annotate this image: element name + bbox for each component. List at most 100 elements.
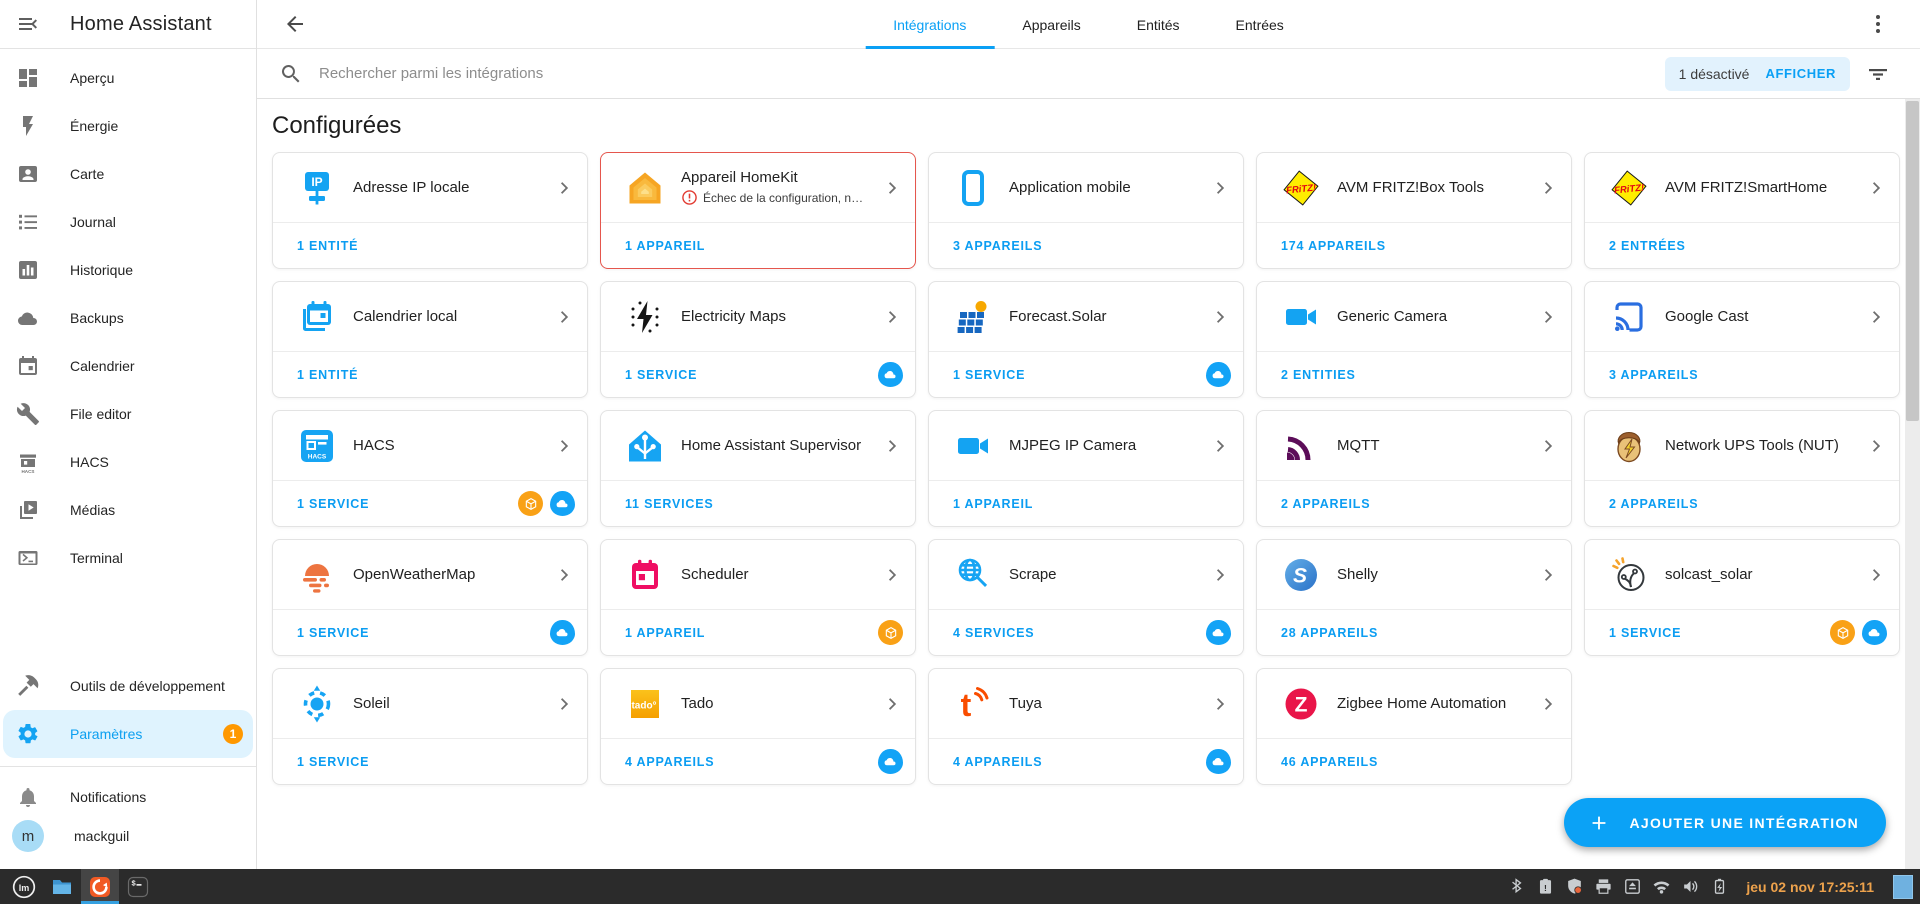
sidebar-item-calendrier[interactable]: Calendrier <box>0 342 256 390</box>
add-integration-button[interactable]: AJOUTER UNE INTÉGRATION <box>1564 798 1886 847</box>
integration-card-openweathermap[interactable]: OpenWeatherMap 1 SERVICE <box>272 539 588 656</box>
card-header[interactable]: tado° Tado <box>601 669 915 739</box>
entity-count-link[interactable]: 11 SERVICES <box>625 497 903 511</box>
chevron-right-icon[interactable] <box>1209 434 1233 458</box>
integration-card-adresse-ip-locale[interactable]: IP Adresse IP locale 1 ENTITÉ <box>272 152 588 269</box>
chevron-right-icon[interactable] <box>553 692 577 716</box>
entity-count-link[interactable]: 1 SERVICE <box>297 626 543 640</box>
card-header[interactable]: HACS HACS <box>273 411 587 481</box>
chevron-right-icon[interactable] <box>881 434 905 458</box>
card-header[interactable]: Appareil HomeKit Échec de la configuratio… <box>601 153 915 223</box>
card-header[interactable]: S Shelly <box>1257 540 1571 610</box>
chevron-right-icon[interactable] <box>553 563 577 587</box>
card-header[interactable]: Electricity Maps <box>601 282 915 352</box>
sidebar-item-notifications[interactable]: Notifications <box>0 773 256 821</box>
card-header[interactable]: Forecast.Solar <box>929 282 1243 352</box>
sidebar-item-backups[interactable]: Backups <box>0 294 256 342</box>
taskbar-clock[interactable]: jeu 02 nov 17:25:11 <box>1746 879 1874 895</box>
chevron-right-icon[interactable] <box>1865 176 1889 200</box>
show-desktop-button[interactable] <box>1893 874 1913 899</box>
integration-card-avm-fritz-box-tools[interactable]: FRiTZ! AVM FRITZ!Box Tools 174 APPAREILS <box>1256 152 1572 269</box>
card-header[interactable]: Calendrier local <box>273 282 587 352</box>
entity-count-link[interactable]: 2 ENTITIES <box>1281 368 1559 382</box>
chevron-right-icon[interactable] <box>1537 563 1561 587</box>
menu-open-icon[interactable] <box>16 12 40 36</box>
entity-count-link[interactable]: 4 APPAREILS <box>953 755 1199 769</box>
integration-card-calendrier-local[interactable]: Calendrier local 1 ENTITÉ <box>272 281 588 398</box>
chevron-right-icon[interactable] <box>1865 563 1889 587</box>
sidebar-item-outils-de-developpement[interactable]: Outils de développement <box>0 662 256 710</box>
entity-count-link[interactable]: 4 SERVICES <box>953 626 1199 640</box>
taskbar-app-mint-menu[interactable]: lm <box>5 869 43 904</box>
entity-count-link[interactable]: 3 APPAREILS <box>953 239 1231 253</box>
entity-count-link[interactable]: 1 SERVICE <box>297 497 511 511</box>
bluetooth-icon[interactable] <box>1506 877 1526 897</box>
card-header[interactable]: Soleil <box>273 669 587 739</box>
entity-count-link[interactable]: 2 ENTRÉES <box>1609 239 1887 253</box>
chevron-right-icon[interactable] <box>1537 434 1561 458</box>
sidebar-item-carte[interactable]: Carte <box>0 150 256 198</box>
integration-card-tado[interactable]: tado° Tado 4 APPAREILS <box>600 668 916 785</box>
card-header[interactable]: FRiTZ! AVM FRITZ!SmartHome <box>1585 153 1899 223</box>
wifi-icon[interactable] <box>1651 877 1671 897</box>
card-header[interactable]: t Tuya <box>929 669 1243 739</box>
sidebar-item-journal[interactable]: Journal <box>0 198 256 246</box>
sidebar-item-user[interactable]: m mackguil <box>0 820 256 869</box>
integration-card-network-ups-tools-nut[interactable]: Network UPS Tools (NUT) 2 APPAREILS <box>1584 410 1900 527</box>
entity-count-link[interactable]: 4 APPAREILS <box>625 755 871 769</box>
integration-card-appareil-homekit[interactable]: Appareil HomeKit Échec de la configuratio… <box>600 152 916 269</box>
chevron-right-icon[interactable] <box>881 692 905 716</box>
printer-icon[interactable] <box>1593 877 1613 897</box>
entity-count-link[interactable]: 28 APPAREILS <box>1281 626 1559 640</box>
sidebar-item-file-editor[interactable]: File editor <box>0 390 256 438</box>
chevron-right-icon[interactable] <box>553 305 577 329</box>
chevron-right-icon[interactable] <box>1537 176 1561 200</box>
integration-card-zigbee-home-automation[interactable]: Z Zigbee Home Automation 46 APPAREILS <box>1256 668 1572 785</box>
taskbar-app-browser[interactable] <box>81 869 119 904</box>
scrollbar-thumb[interactable] <box>1906 101 1919 421</box>
chevron-right-icon[interactable] <box>553 176 577 200</box>
scrollbar-track[interactable] <box>1905 99 1920 869</box>
card-header[interactable]: MQTT <box>1257 411 1571 481</box>
integration-card-tuya[interactable]: t Tuya 4 APPAREILS <box>928 668 1244 785</box>
clipboard-icon[interactable]: ! <box>1535 877 1555 897</box>
card-header[interactable]: Scrape <box>929 540 1243 610</box>
entity-count-link[interactable]: 1 SERVICE <box>625 368 871 382</box>
integration-card-mqtt[interactable]: MQTT 2 APPAREILS <box>1256 410 1572 527</box>
kebab-menu-icon[interactable] <box>1864 10 1892 38</box>
sidebar-item-energie[interactable]: Énergie <box>0 102 256 150</box>
disabled-filter-chip[interactable]: 1 désactivé AFFICHER <box>1664 56 1850 91</box>
sidebar-item-apercu[interactable]: Aperçu <box>0 54 256 102</box>
removable-drive-icon[interactable] <box>1622 877 1642 897</box>
chevron-right-icon[interactable] <box>1209 563 1233 587</box>
integration-card-avm-fritz-smarthome[interactable]: FRiTZ! AVM FRITZ!SmartHome 2 ENTRÉES <box>1584 152 1900 269</box>
card-header[interactable]: Generic Camera <box>1257 282 1571 352</box>
integration-card-shelly[interactable]: S Shelly 28 APPAREILS <box>1256 539 1572 656</box>
entity-count-link[interactable]: 1 APPAREIL <box>625 626 871 640</box>
tab-entrees[interactable]: Entrées <box>1208 0 1312 49</box>
filter-icon[interactable] <box>1864 60 1892 88</box>
integration-card-solcast-solar[interactable]: solcast_solar 1 SERVICE <box>1584 539 1900 656</box>
taskbar-app-file-manager[interactable] <box>43 869 81 904</box>
tab-appareils[interactable]: Appareils <box>994 0 1108 49</box>
chevron-right-icon[interactable] <box>553 434 577 458</box>
sidebar-item-hacs[interactable]: HACS HACS <box>0 438 256 486</box>
card-header[interactable]: Scheduler <box>601 540 915 610</box>
entity-count-link[interactable]: 3 APPAREILS <box>1609 368 1887 382</box>
sidebar-item-medias[interactable]: Médias <box>0 486 256 534</box>
integration-card-application-mobile[interactable]: Application mobile 3 APPAREILS <box>928 152 1244 269</box>
battery-charging-icon[interactable] <box>1709 877 1729 897</box>
chevron-right-icon[interactable] <box>1209 692 1233 716</box>
show-disabled-button[interactable]: AFFICHER <box>1765 66 1836 81</box>
card-header[interactable]: OpenWeatherMap <box>273 540 587 610</box>
card-header[interactable]: Home Assistant Supervisor <box>601 411 915 481</box>
entity-count-link[interactable]: 1 APPAREIL <box>625 239 903 253</box>
card-header[interactable]: Application mobile <box>929 153 1243 223</box>
integration-card-hacs[interactable]: HACS HACS 1 SERVICE <box>272 410 588 527</box>
integration-card-electricity-maps[interactable]: Electricity Maps 1 SERVICE <box>600 281 916 398</box>
back-button[interactable] <box>281 10 309 38</box>
integration-card-generic-camera[interactable]: Generic Camera 2 ENTITIES <box>1256 281 1572 398</box>
entity-count-link[interactable]: 46 APPAREILS <box>1281 755 1559 769</box>
sidebar-item-terminal[interactable]: Terminal <box>0 534 256 582</box>
card-header[interactable]: FRiTZ! AVM FRITZ!Box Tools <box>1257 153 1571 223</box>
